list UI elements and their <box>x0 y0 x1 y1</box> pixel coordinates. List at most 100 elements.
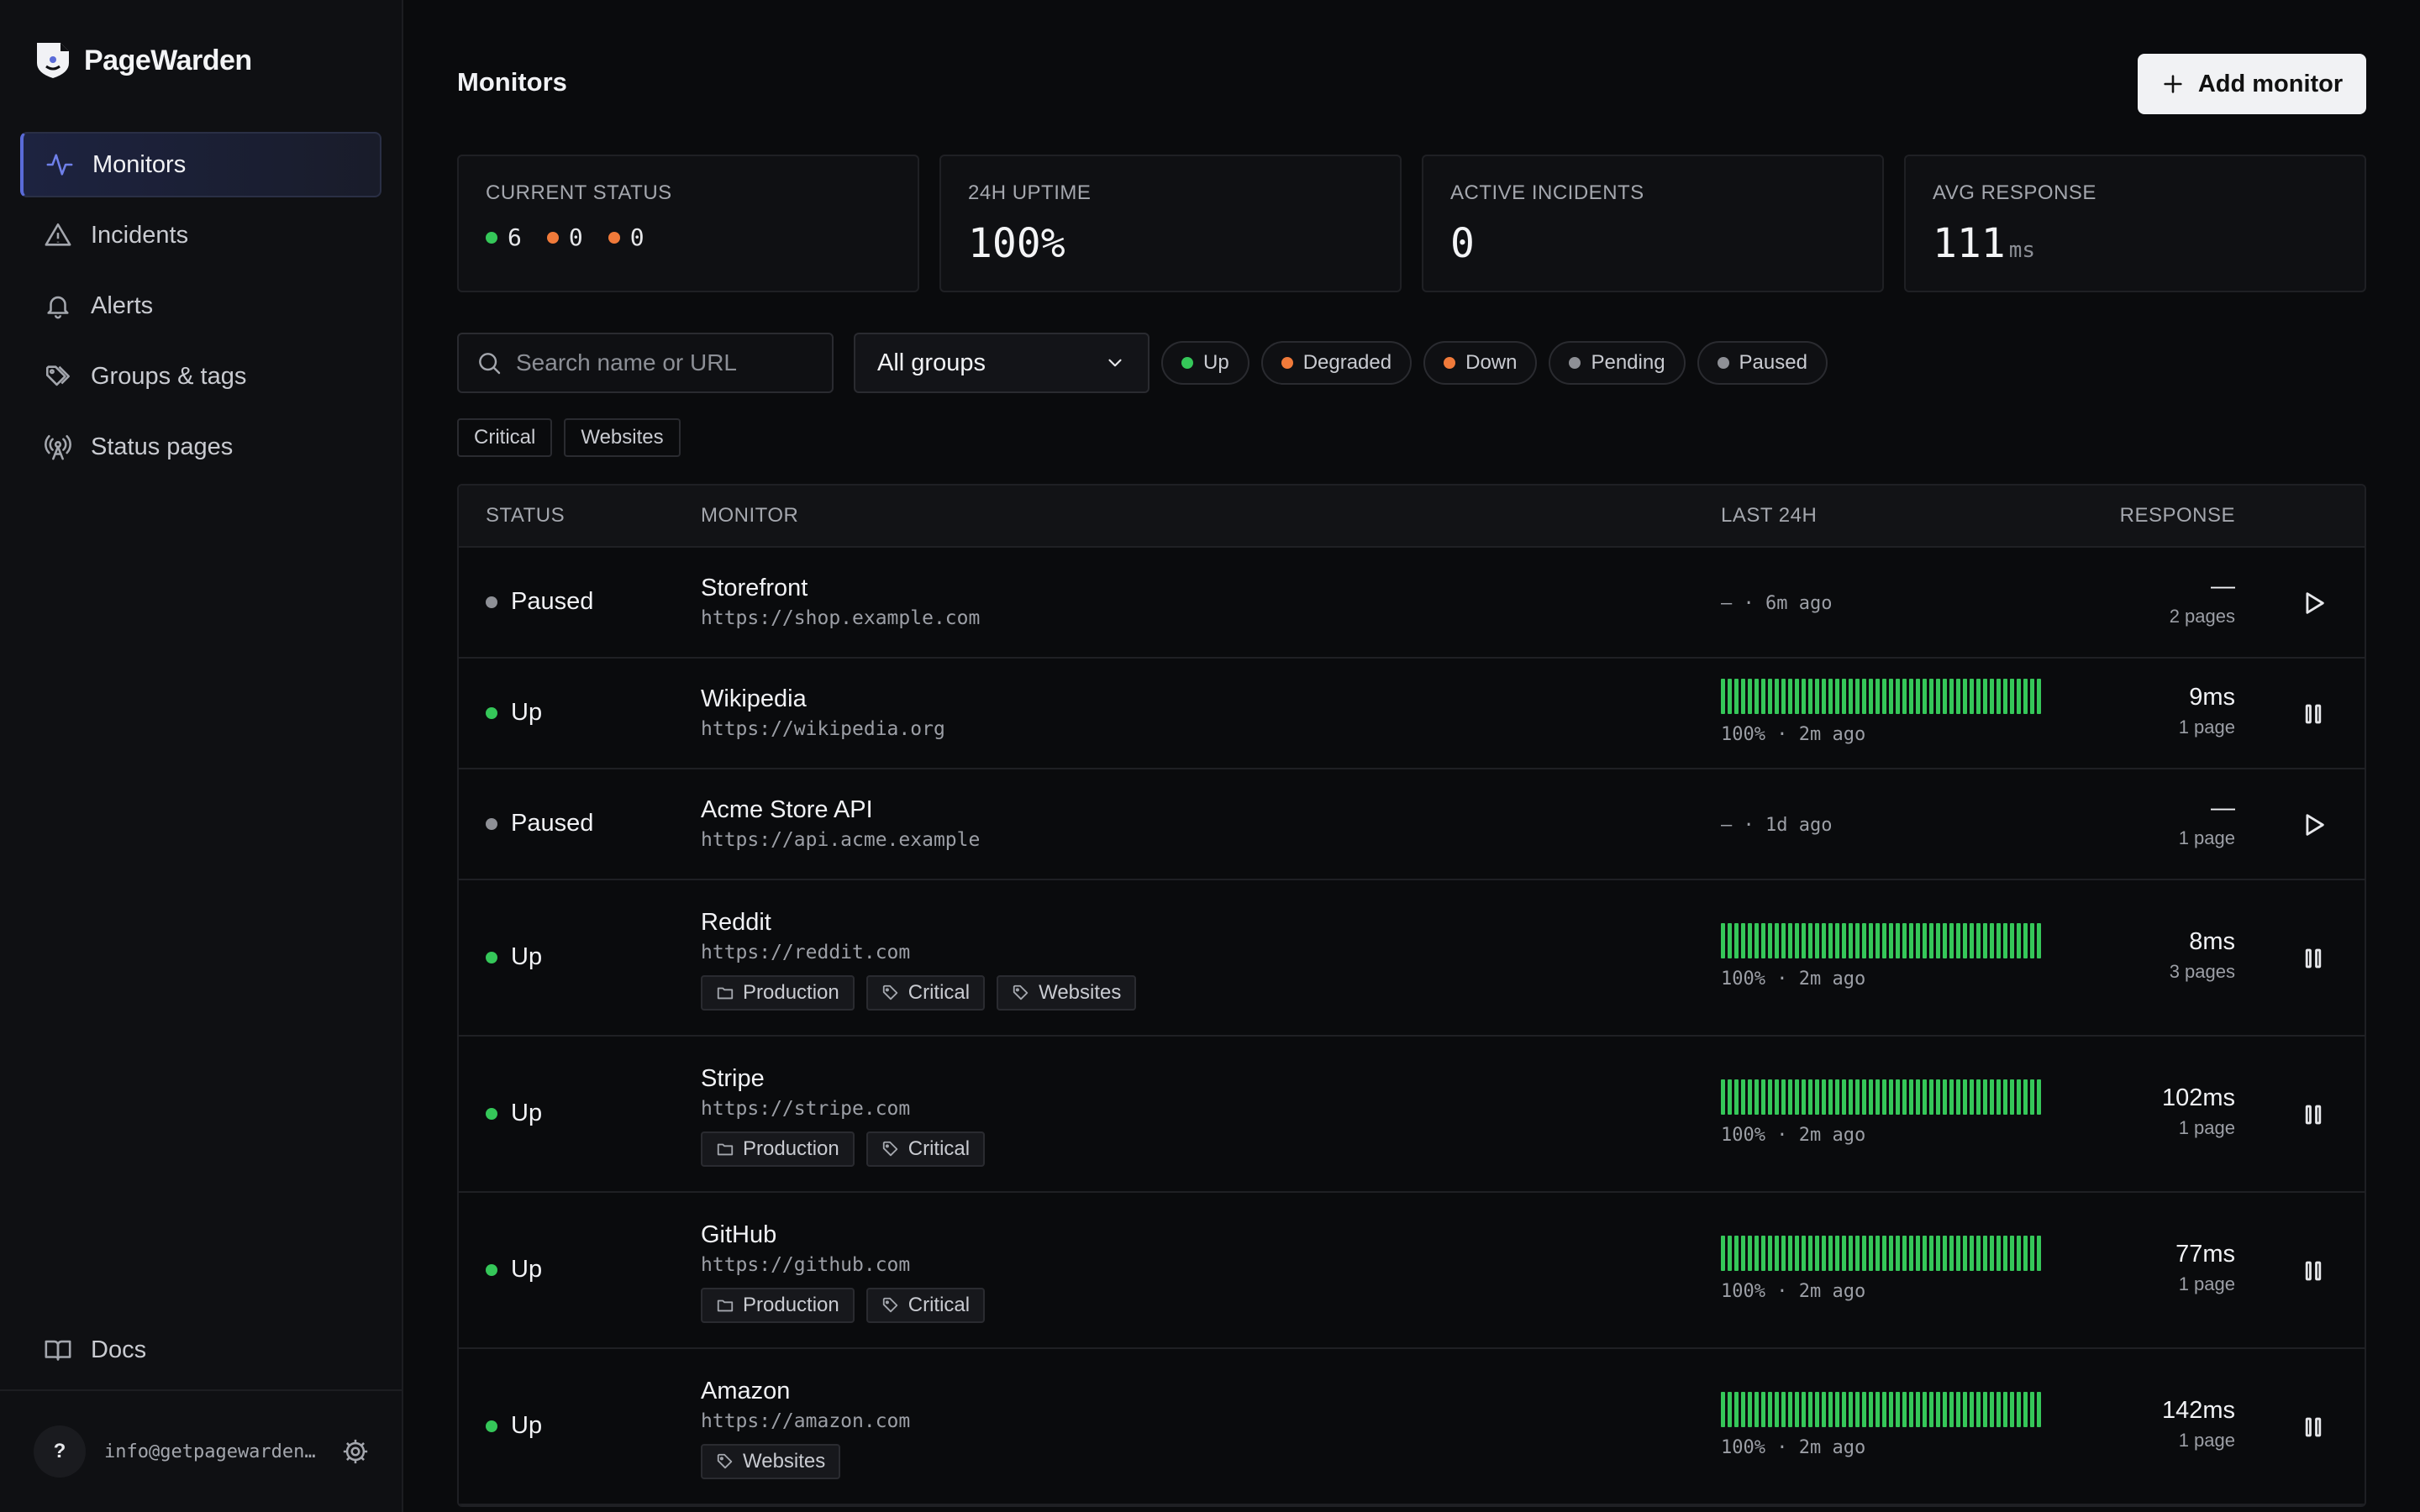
tag-filter-critical[interactable]: Critical <box>457 418 553 457</box>
monitor-tag[interactable]: Production <box>701 975 855 1011</box>
monitor-name[interactable]: Amazon <box>701 1378 910 1405</box>
chevron-down-icon <box>1108 359 1122 367</box>
uptime-bar <box>1815 1079 1819 1115</box>
uptime-bar <box>1808 923 1812 958</box>
uptime-bar <box>1876 1079 1880 1115</box>
header-response[interactable]: RESPONSE <box>2120 504 2235 528</box>
play-icon[interactable] <box>2299 589 2328 617</box>
uptime-bar <box>1876 679 1880 714</box>
response-value-wrap: 111 ms <box>1933 220 2338 267</box>
brand-name: PageWarden <box>84 44 252 76</box>
pause-icon[interactable] <box>2299 700 2328 728</box>
uptime-bar <box>1768 679 1772 714</box>
monitor-name[interactable]: Acme Store API <box>701 796 980 824</box>
response-cell: — 1 page <box>2179 795 2235 849</box>
current-status-card: CURRENT STATUS 6 0 0 <box>457 155 919 292</box>
monitor-tag[interactable]: Production <box>701 1131 855 1167</box>
search-input[interactable] <box>516 349 818 376</box>
uptime-bar <box>2030 1236 2034 1271</box>
filter-chip-up[interactable]: Up <box>1161 341 1249 385</box>
uptime-bar <box>1795 1392 1799 1427</box>
table-row[interactable]: Up GitHub https://github.com Production Crit… <box>459 1193 2365 1349</box>
filter-chip-pending[interactable]: Pending <box>1549 341 1686 385</box>
avatar[interactable]: ? <box>34 1425 86 1478</box>
table-row[interactable]: Up Amazon https://amazon.com Websites 100% ·… <box>459 1349 2365 1505</box>
pause-icon[interactable] <box>2299 1413 2328 1441</box>
monitor-tag[interactable]: Production <box>701 1288 855 1323</box>
uptime-bar <box>1956 923 1960 958</box>
tag-filter-websites[interactable]: Websites <box>564 418 681 457</box>
pause-icon[interactable] <box>2299 1257 2328 1285</box>
table-row[interactable]: Paused Acme Store API https://api.acme.exa… <box>459 769 2365 880</box>
monitor-tag[interactable]: Websites <box>997 975 1137 1011</box>
table-row[interactable]: Up Wikipedia https://wikipedia.org 100% · 2… <box>459 659 2365 769</box>
uptime-bar <box>1943 1392 1947 1427</box>
sidebar-item-groups-tags[interactable]: Groups & tags <box>20 344 381 409</box>
monitor-tag[interactable]: Critical <box>865 1131 986 1167</box>
uptime-bar <box>1949 1236 1954 1271</box>
sidebar-nav: Monitors Incidents Alerts Groups & tags … <box>20 132 381 485</box>
monitor-name[interactable]: GitHub <box>701 1221 985 1249</box>
uptime-bar <box>1822 1236 1826 1271</box>
uptime-bar <box>1923 1392 1927 1427</box>
uptime-bar <box>2010 1392 2014 1427</box>
filter-chip-down[interactable]: Down <box>1423 341 1538 385</box>
uptime-bar <box>1781 1236 1786 1271</box>
sidebar-item-status-pages[interactable]: Status pages <box>20 414 381 480</box>
uptime-bar <box>1822 1392 1826 1427</box>
filter-chip-paused[interactable]: Paused <box>1697 341 1828 385</box>
uptime-bar <box>2037 1079 2041 1115</box>
brand[interactable]: PageWarden <box>35 40 252 81</box>
uptime-bar <box>1835 679 1839 714</box>
filter-chip-degraded[interactable]: Degraded <box>1260 341 1413 385</box>
group-select[interactable]: All groups <box>854 333 1150 393</box>
uptime-bar <box>1815 1392 1819 1427</box>
add-monitor-button[interactable]: Add monitor <box>2138 54 2366 114</box>
uptime-bar <box>1802 679 1806 714</box>
table-row[interactable]: Up Stripe https://stripe.com Production Crit… <box>459 1037 2365 1193</box>
header-monitor[interactable]: MONITOR <box>701 504 798 528</box>
gear-icon[interactable] <box>341 1437 370 1466</box>
incidents-value: 0 <box>1450 220 1475 267</box>
table-row[interactable]: Up Reddit https://reddit.com Production Crit… <box>459 880 2365 1037</box>
last24-meta: — · 1d ago <box>1721 815 1833 836</box>
uptime-bar <box>1876 1236 1880 1271</box>
monitor-tag[interactable]: Critical <box>865 975 986 1011</box>
monitor-tag[interactable]: Critical <box>865 1288 986 1323</box>
uptime-bar <box>1862 1079 1866 1115</box>
uptime-bar <box>1956 1236 1960 1271</box>
monitor-name[interactable]: Storefront <box>701 575 980 602</box>
docs-link[interactable]: Docs <box>44 1336 146 1364</box>
uptime-bar <box>1748 923 1752 958</box>
play-icon[interactable] <box>2299 811 2328 839</box>
pause-icon[interactable] <box>2299 944 2328 973</box>
pause-icon[interactable] <box>2299 1100 2328 1129</box>
uptime-bar <box>2003 1079 2007 1115</box>
sidebar-item-alerts[interactable]: Alerts <box>20 273 381 339</box>
uptime-bar <box>1896 1392 1900 1427</box>
monitor-name[interactable]: Stripe <box>701 1065 985 1093</box>
header-status[interactable]: STATUS <box>486 504 565 528</box>
uptime-bar <box>1754 1079 1759 1115</box>
uptime-bar <box>1882 1079 1886 1115</box>
sidebar-item-monitors[interactable]: Monitors <box>20 132 381 197</box>
monitor-tag[interactable]: Websites <box>701 1444 841 1479</box>
uptime-bar <box>1990 679 1994 714</box>
table-row[interactable]: Paused Storefront https://shop.example.com… <box>459 548 2365 659</box>
page-count: 1 page <box>2178 1430 2235 1451</box>
uptime-bar <box>2037 679 2041 714</box>
monitor-name[interactable]: Reddit <box>701 909 1136 937</box>
uptime-bar <box>1728 1079 1732 1115</box>
monitor-status: Up <box>486 943 542 971</box>
uptime-bar <box>1788 679 1792 714</box>
uptime-bar <box>1721 1079 1725 1115</box>
sidebar-item-incidents[interactable]: Incidents <box>20 202 381 268</box>
uptime-bar <box>1828 1236 1833 1271</box>
status-counts: 6 0 0 <box>486 223 891 251</box>
uptime-bar <box>2023 1079 2028 1115</box>
uptime-bar <box>1882 679 1886 714</box>
uptime-bar <box>1822 1079 1826 1115</box>
uptime-bar <box>1728 923 1732 958</box>
monitor-name[interactable]: Wikipedia <box>701 685 945 713</box>
uptime-bar <box>1761 923 1765 958</box>
